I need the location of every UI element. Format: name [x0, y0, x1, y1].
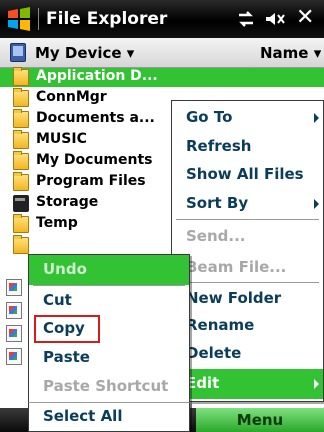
- submenu-item-select-all[interactable]: Select All: [29, 402, 189, 432]
- connectivity-icon[interactable]: [236, 10, 256, 28]
- folder-icon: [13, 88, 29, 107]
- storage-card-icon: [13, 195, 29, 212]
- document-icon: [6, 302, 22, 319]
- folder-icon: [13, 235, 29, 254]
- folder-icon: [13, 214, 29, 233]
- file-name: ConnMgr: [36, 89, 107, 105]
- sort-dropdown[interactable]: Name ▾: [260, 44, 321, 62]
- menu-item-beam-file: Beam File...: [186, 258, 287, 276]
- menu-item-rename[interactable]: Rename: [172, 311, 323, 341]
- submenu-item-cut[interactable]: Cut: [29, 286, 189, 316]
- document-icon: [6, 348, 22, 365]
- file-name: Program Files: [36, 173, 146, 189]
- volume-icon[interactable]: [264, 10, 286, 28]
- menu-item-edit[interactable]: Edit: [172, 369, 323, 399]
- menu-item-show-all-files[interactable]: Show All Files: [172, 160, 323, 190]
- main-menu: Go To Refresh Show All Files Sort By Sen…: [171, 100, 324, 402]
- copy-highlight-marker: [34, 315, 100, 343]
- title-separator: [38, 8, 39, 30]
- document-icon: [6, 325, 22, 342]
- menu-item-go-to[interactable]: Go To: [172, 103, 323, 133]
- file-name: Temp: [36, 215, 78, 231]
- window-title: File Explorer: [46, 9, 168, 29]
- menu-item-sort-by[interactable]: Sort By: [172, 189, 323, 219]
- submenu-item-undo: Undo: [29, 255, 189, 285]
- menu-item-refresh[interactable]: Refresh: [172, 132, 323, 162]
- file-item[interactable]: Application D...: [0, 67, 324, 87]
- folder-icon: [13, 130, 29, 149]
- folder-icon: [13, 67, 29, 86]
- file-name: Storage: [36, 194, 99, 210]
- menu-item-delete[interactable]: Delete: [172, 339, 323, 369]
- menu-item-send: Send...: [186, 227, 246, 245]
- file-name: MUSIC: [36, 131, 87, 147]
- menu-separator: [176, 282, 319, 283]
- document-icon: [6, 279, 22, 296]
- chevron-right-icon: [314, 379, 319, 389]
- location-dropdown[interactable]: My Device ▾: [35, 44, 134, 62]
- file-item[interactable]: [0, 235, 40, 255]
- folder-icon: [13, 109, 29, 128]
- file-name: My Documents: [36, 152, 153, 168]
- edit-submenu-bottom: Select All: [28, 402, 190, 432]
- folder-icon: [13, 172, 29, 191]
- submenu-item-paste-shortcut: Paste Shortcut: [43, 377, 169, 395]
- folder-icon: [13, 151, 29, 170]
- file-name: Documents a...: [36, 110, 155, 126]
- chevron-right-icon: [314, 113, 319, 123]
- windows-start-icon[interactable]: [6, 6, 32, 32]
- menu-separator: [176, 219, 319, 220]
- location-bar: My Device ▾ Name ▾: [0, 38, 324, 68]
- file-name: Application D...: [36, 68, 158, 84]
- device-icon: [10, 43, 26, 62]
- chevron-right-icon: [314, 199, 319, 209]
- submenu-item-paste[interactable]: Paste: [29, 343, 189, 373]
- menu-item-new-folder[interactable]: New Folder: [172, 284, 323, 314]
- close-button[interactable]: ✕: [296, 5, 314, 30]
- title-bar: File Explorer ✕: [0, 0, 324, 38]
- menu-softkey[interactable]: Menu: [196, 408, 324, 432]
